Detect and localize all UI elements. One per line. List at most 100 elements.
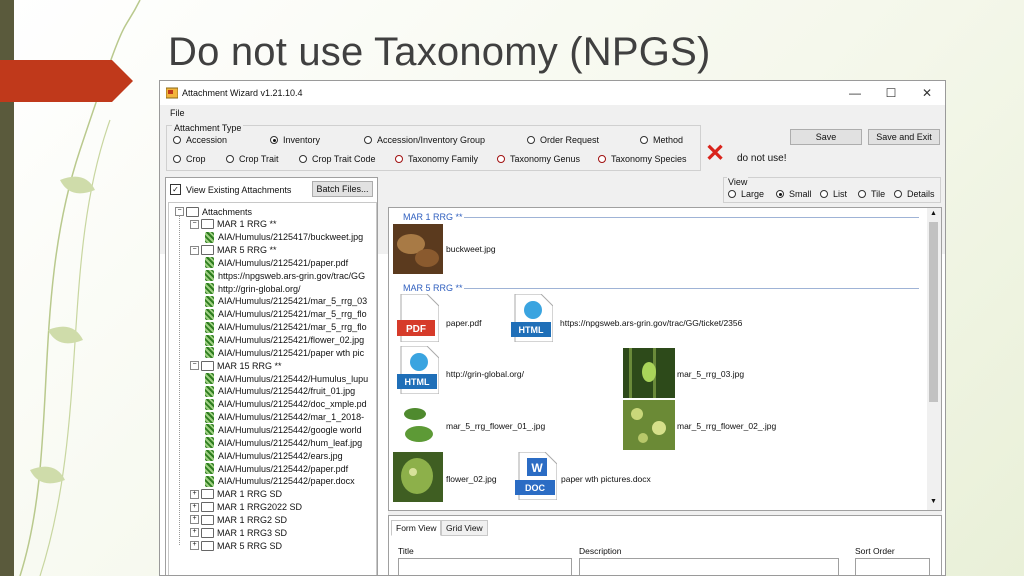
scroll-down-icon[interactable]: ▼ bbox=[930, 498, 937, 505]
radio-dot bbox=[173, 136, 181, 144]
photo-icon[interactable] bbox=[393, 224, 443, 274]
photo-icon[interactable] bbox=[393, 400, 443, 450]
expand-collapse-icon[interactable]: + bbox=[190, 489, 199, 499]
close-button[interactable]: ✕ bbox=[912, 84, 942, 102]
tree-leaf[interactable]: AIA/Humulus/2125442/hum_leaf.jpg bbox=[205, 436, 362, 449]
photo-icon[interactable] bbox=[623, 400, 675, 450]
tree-leaf[interactable]: https://npgsweb.ars-grin.gov/trac/GG bbox=[205, 269, 365, 282]
radio-taxonomy-species[interactable]: Taxonomy Species bbox=[598, 154, 687, 164]
view-tile-radio[interactable]: Tile bbox=[858, 189, 885, 199]
minimize-button[interactable]: — bbox=[840, 84, 870, 102]
tree-leaf[interactable]: AIA/Humulus/2125442/mar_1_2018- bbox=[205, 411, 364, 424]
tree-node-label: AIA/Humulus/2125442/mar_1_2018- bbox=[218, 412, 365, 423]
title-field[interactable] bbox=[398, 558, 572, 575]
photo-icon[interactable] bbox=[393, 452, 443, 502]
html-icon[interactable]: HTML bbox=[397, 346, 439, 394]
tree-leaf[interactable]: http://grin-global.org/ bbox=[205, 282, 301, 295]
radio-crop-trait[interactable]: Crop Trait bbox=[226, 154, 279, 164]
expand-collapse-icon[interactable]: + bbox=[190, 528, 199, 538]
radio-dot bbox=[598, 155, 606, 163]
tree-leaf[interactable]: AIA/Humulus/2125442/Humulus_lupu bbox=[205, 372, 368, 385]
gallery-scrollbar[interactable]: ▲ ▼ bbox=[927, 208, 941, 510]
tree-node-label: AIA/Humulus/2125421/paper wth pic bbox=[218, 347, 365, 358]
tree-folder[interactable]: + MAR 1 RRG SD bbox=[190, 488, 282, 501]
tree-leaf[interactable]: AIA/Humulus/2125421/paper.pdf bbox=[205, 256, 348, 269]
attachments-tree: − Attachments − MAR 1 RRG ** AIA/Humulus/212… bbox=[168, 202, 377, 575]
file-name: mar_5_rrg_flower_02_.jpg bbox=[677, 421, 777, 431]
tree-folder[interactable]: + MAR 1 RRG2022 SD bbox=[190, 501, 302, 514]
title-arrow-marker bbox=[0, 60, 133, 102]
expand-collapse-icon[interactable]: + bbox=[190, 515, 199, 525]
radio-inventory[interactable]: Inventory bbox=[270, 135, 320, 145]
tree-leaf[interactable]: AIA/Humulus/2125417/buckweet.jpg bbox=[205, 231, 363, 244]
tree-leaf[interactable]: AIA/Humulus/2125442/paper.docx bbox=[205, 475, 355, 488]
leaf-attachment-icon bbox=[205, 385, 214, 397]
tree-leaf[interactable]: AIA/Humulus/2125421/flower_02.jpg bbox=[205, 334, 364, 347]
tree-folder[interactable]: − Attachments bbox=[175, 205, 252, 218]
doc-icon[interactable]: W DOC bbox=[515, 452, 557, 500]
scroll-up-icon[interactable]: ▲ bbox=[930, 210, 937, 217]
tree-leaf[interactable]: AIA/Humulus/2125421/mar_5_rrg_03 bbox=[205, 295, 367, 308]
tree-folder[interactable]: − MAR 15 RRG ** bbox=[190, 359, 282, 372]
radio-crop-trait-code[interactable]: Crop Trait Code bbox=[299, 154, 376, 164]
view-large-radio[interactable]: Large bbox=[728, 189, 764, 199]
tree-leaf[interactable]: AIA/Humulus/2125421/mar_5_rrg_flo bbox=[205, 321, 367, 334]
title-label: Title bbox=[398, 546, 414, 556]
sort-order-field[interactable] bbox=[855, 558, 930, 575]
tree-leaf[interactable]: AIA/Humulus/2125421/mar_5_rrg_flo bbox=[205, 308, 367, 321]
folder-icon bbox=[201, 514, 214, 525]
radio-order-request[interactable]: Order Request bbox=[527, 135, 599, 145]
tree-folder[interactable]: + MAR 1 RRG2 SD bbox=[190, 513, 287, 526]
save-and-exit-button[interactable]: Save and Exit bbox=[868, 129, 940, 145]
tree-node-label: https://npgsweb.ars-grin.gov/trac/GG bbox=[218, 270, 366, 281]
tree-leaf[interactable]: AIA/Humulus/2125442/paper.pdf bbox=[205, 462, 348, 475]
radio-crop[interactable]: Crop bbox=[173, 154, 206, 164]
view-small-radio[interactable]: Small bbox=[776, 189, 812, 199]
batch-files-button[interactable]: Batch Files... bbox=[312, 181, 373, 197]
tree-folder[interactable]: + MAR 1 RRG3 SD bbox=[190, 526, 287, 539]
tree-folder[interactable]: − MAR 5 RRG ** bbox=[190, 244, 277, 257]
expand-collapse-icon[interactable]: − bbox=[190, 361, 199, 371]
tree-leaf[interactable]: AIA/Humulus/2125442/ears.jpg bbox=[205, 449, 343, 462]
menu-file[interactable]: File bbox=[170, 108, 185, 118]
tree-folder[interactable]: + MAR 5 RRG SD bbox=[190, 539, 282, 552]
radio-method[interactable]: Method bbox=[640, 135, 683, 145]
radio-accession[interactable]: Accession bbox=[173, 135, 227, 145]
tree-folder[interactable]: − MAR 1 RRG ** bbox=[190, 218, 277, 231]
radio-taxonomy-family[interactable]: Taxonomy Family bbox=[395, 154, 478, 164]
photo-icon[interactable] bbox=[623, 348, 675, 398]
tree-node-label: AIA/Humulus/2125421/mar_5_rrg_03 bbox=[218, 296, 368, 307]
tree-node-label: MAR 1 RRG2022 SD bbox=[217, 502, 303, 513]
view-existing-checkbox[interactable]: ✓ View Existing Attachments bbox=[170, 184, 291, 195]
scroll-thumb[interactable] bbox=[929, 222, 938, 402]
description-label: Description bbox=[579, 546, 622, 556]
tree-node-label: AIA/Humulus/2125442/paper.pdf bbox=[218, 463, 349, 474]
description-field[interactable] bbox=[579, 558, 839, 575]
expand-collapse-icon[interactable]: + bbox=[190, 502, 199, 512]
view-list-radio[interactable]: List bbox=[820, 189, 847, 199]
tab-form-view[interactable]: Form View bbox=[391, 520, 442, 536]
expand-collapse-icon[interactable]: − bbox=[190, 219, 199, 229]
tree-leaf[interactable]: AIA/Humulus/2125421/paper wth pic bbox=[205, 346, 364, 359]
tree-node-label: AIA/Humulus/2125442/paper.docx bbox=[218, 476, 355, 487]
radio-taxonomy-genus[interactable]: Taxonomy Genus bbox=[497, 154, 580, 164]
radio-dot bbox=[527, 136, 535, 144]
window-title: Attachment Wizard v1.21.10.4 bbox=[182, 88, 303, 98]
radio-accession-inventory-group[interactable]: Accession/Inventory Group bbox=[364, 135, 485, 145]
save-button[interactable]: Save bbox=[790, 129, 862, 145]
tree-leaf[interactable]: AIA/Humulus/2125442/doc_xmple.pd bbox=[205, 398, 367, 411]
expand-collapse-icon[interactable]: + bbox=[190, 541, 199, 551]
tree-leaf[interactable]: AIA/Humulus/2125442/fruit_01.jpg bbox=[205, 385, 355, 398]
tab-grid-view[interactable]: Grid View bbox=[441, 520, 488, 536]
expand-collapse-icon[interactable]: − bbox=[190, 245, 199, 255]
maximize-button[interactable]: ☐ bbox=[876, 84, 906, 102]
view-details-radio[interactable]: Details bbox=[894, 189, 935, 199]
file-name: paper wth pictures.docx bbox=[561, 474, 651, 484]
tree-node-label: MAR 1 RRG ** bbox=[217, 219, 277, 230]
pdf-icon[interactable]: PDF bbox=[397, 294, 439, 342]
tree-leaf[interactable]: AIA/Humulus/2125442/google world bbox=[205, 423, 362, 436]
leaf-attachment-icon bbox=[205, 295, 214, 307]
menu-bar: File bbox=[160, 105, 945, 121]
html-icon[interactable]: HTML bbox=[511, 294, 553, 342]
view-mode-group: View Large Small List Tile Details bbox=[723, 177, 941, 203]
